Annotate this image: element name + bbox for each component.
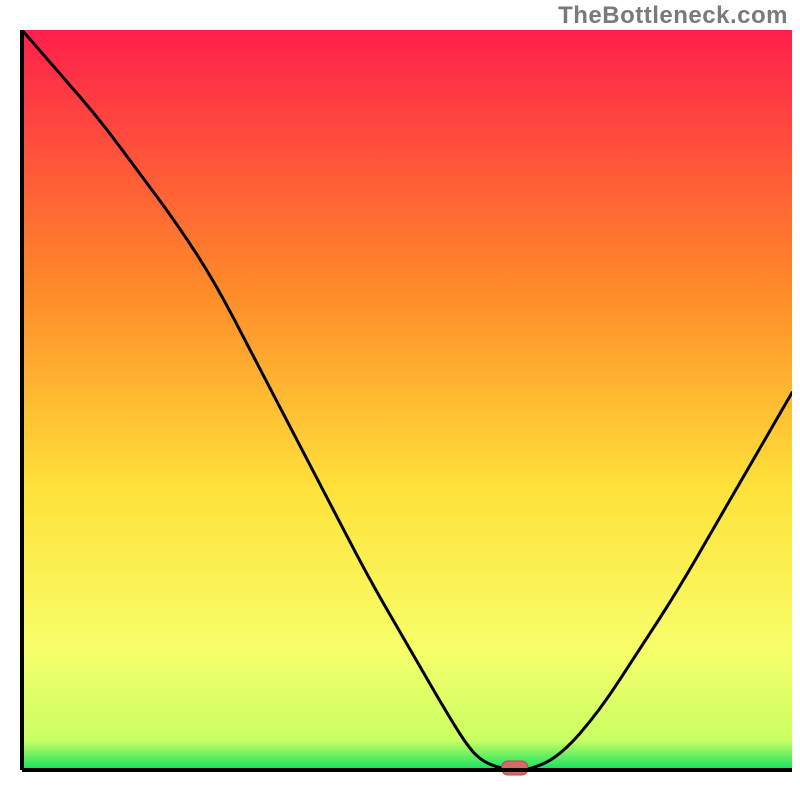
chart-container: TheBottleneck.com bbox=[0, 0, 800, 800]
watermark-text: TheBottleneck.com bbox=[558, 2, 788, 30]
bottleneck-chart bbox=[0, 0, 800, 800]
gradient-background bbox=[22, 30, 792, 770]
